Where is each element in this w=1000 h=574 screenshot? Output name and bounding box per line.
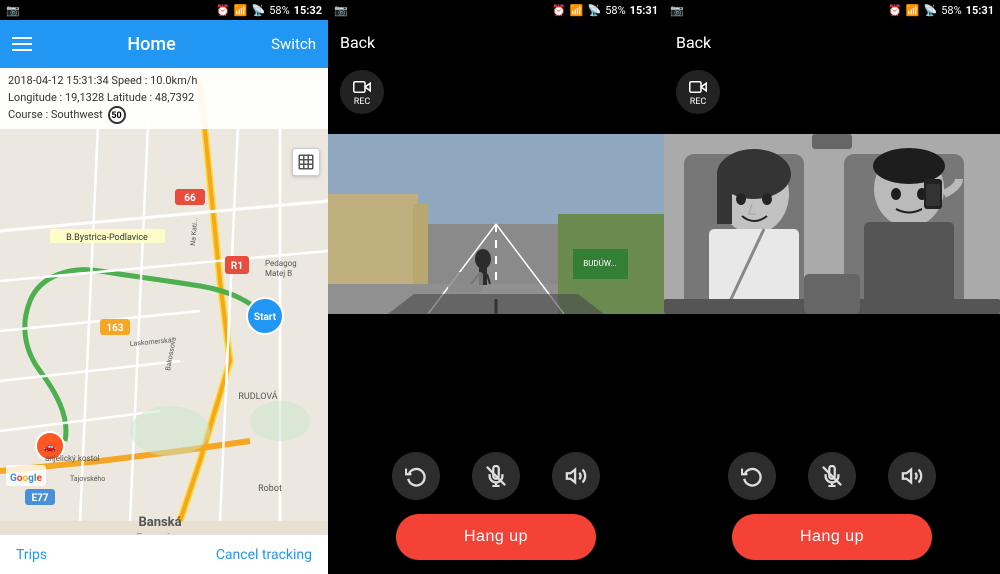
svg-text:anjelický kostol: anjelický kostol (45, 454, 100, 463)
speed-limit-badge: 50 (108, 106, 126, 124)
svg-text:Tajovského: Tajovského (70, 475, 105, 483)
svg-text:66: 66 (184, 193, 196, 204)
video2-camera-icon (689, 78, 707, 96)
map-status-bar: 📷 ⏰ 📶 📡 58% 15:32 (0, 0, 328, 20)
video1-signal-icon: 📡 (588, 4, 602, 17)
video1-status-time: 15:31 (630, 4, 658, 17)
video1-black-bottom (328, 314, 664, 442)
svg-text:Pedagog: Pedagog (265, 259, 297, 268)
mic2-icon (821, 465, 843, 487)
app-title: Home (127, 34, 175, 55)
video-panel-interior: 📷 ⏰ 📶 📡 58% 15:31 Back REC (664, 0, 1000, 574)
switch-button[interactable]: Switch (271, 35, 316, 53)
google-logo: Google (6, 465, 46, 486)
map-view[interactable]: 163 E77 66 R1 B.Bystrica-Podlavice Start… (0, 68, 328, 534)
svg-text:163: 163 (106, 323, 123, 334)
svg-text:Banská: Banská (138, 515, 181, 530)
video1-content: REC (328, 64, 664, 442)
video-camera-icon (353, 78, 371, 96)
video1-alarm-icon: ⏰ (552, 4, 566, 17)
video2-hang-up-button[interactable]: Hang up (732, 514, 932, 560)
svg-text:Bystrica: Bystrica (136, 532, 184, 534)
map-layers-button[interactable] (292, 148, 320, 176)
video2-signal-icon: 📡 (924, 4, 938, 17)
map-panel: 📷 ⏰ 📶 📡 58% 15:32 Home Switch 2018-04-12… (0, 0, 328, 574)
video2-status-time: 15:31 (966, 4, 994, 17)
alarm-icon: ⏰ (216, 4, 230, 17)
video1-camera-icon: 📷 (334, 4, 348, 17)
video1-wifi-icon: 📶 (570, 4, 584, 17)
interior-camera-svg (664, 134, 1000, 314)
status-time: 15:32 (294, 4, 322, 17)
hamburger-line-1 (12, 37, 32, 39)
info-overlay: 2018-04-12 15:31:34 Speed : 10.0km/h Lon… (0, 68, 328, 129)
video1-top-bar: Back (328, 20, 664, 64)
speaker2-icon (901, 465, 923, 487)
wifi-icon: 📶 (234, 4, 248, 17)
video2-rec-button[interactable]: REC (676, 70, 720, 114)
video2-back-button[interactable]: Back (676, 33, 711, 52)
video2-top-bar: Back (664, 20, 1000, 64)
hamburger-line-2 (12, 43, 32, 45)
map-controls (292, 148, 320, 176)
hamburger-menu-button[interactable] (12, 37, 32, 51)
video1-hang-up-area: Hang up (328, 508, 664, 574)
video1-mic-button[interactable] (472, 452, 520, 500)
video1-rec-button[interactable]: REC (340, 70, 384, 114)
mic-icon (485, 465, 507, 487)
video2-hang-up-area: Hang up (664, 508, 1000, 574)
camera-status-icon: 📷 (6, 4, 20, 17)
video1-back-button[interactable]: Back (340, 33, 375, 52)
video1-battery-icon: 58% (605, 4, 625, 17)
svg-text:RUDLOVÁ: RUDLOVÁ (238, 390, 277, 402)
speaker-icon (565, 465, 587, 487)
video2-black-bottom (664, 314, 1000, 442)
svg-text:Start: Start (254, 312, 277, 323)
video2-rotate-button[interactable] (728, 452, 776, 500)
map-app-bar: Home Switch (0, 20, 328, 68)
map-bottom-bar: Trips Cancel tracking (0, 534, 328, 574)
svg-text:Matej B: Matej B (265, 269, 292, 278)
video1-hang-up-button[interactable]: Hang up (396, 514, 596, 560)
video2-camera-icon: 📷 (670, 4, 684, 17)
video2-mic-button[interactable] (808, 452, 856, 500)
video1-status-bar: 📷 ⏰ 📶 📡 58% 15:31 (328, 0, 664, 20)
svg-text:B.Bystrica-Podlavice: B.Bystrica-Podlavice (66, 233, 148, 243)
video2-alarm-icon: ⏰ (888, 4, 902, 17)
battery-icon: 58% (269, 4, 289, 17)
video1-controls (328, 442, 664, 508)
rotate2-icon (741, 465, 763, 487)
video-panel-front: 📷 ⏰ 📶 📡 58% 15:31 Back REC (328, 0, 664, 574)
video2-feed (664, 134, 1000, 314)
rec-label: REC (354, 97, 371, 107)
video1-rotate-button[interactable] (392, 452, 440, 500)
video2-wifi-icon: 📶 (906, 4, 920, 17)
video2-status-bar: 📷 ⏰ 📶 📡 58% 15:31 (664, 0, 1000, 20)
svg-text:Robot: Robot (258, 484, 282, 494)
cancel-tracking-button[interactable]: Cancel tracking (216, 547, 312, 563)
hamburger-line-3 (12, 49, 32, 51)
video2-controls (664, 442, 1000, 508)
trips-button[interactable]: Trips (16, 547, 47, 563)
signal-icon: 📡 (252, 4, 266, 17)
svg-text:🚗: 🚗 (44, 442, 56, 453)
video1-speaker-button[interactable] (552, 452, 600, 500)
video2-battery-icon: 58% (941, 4, 961, 17)
front-camera-svg: BUDÚW... (328, 134, 664, 314)
video1-feed: BUDÚW... (328, 134, 664, 314)
rotate-icon (405, 465, 427, 487)
info-line3: Course : Southwest 50 (8, 106, 320, 124)
video2-content: REC (664, 64, 1000, 442)
info-line2: Longitude : 19,1328 Latitude : 48,7392 (8, 90, 320, 107)
svg-text:E77: E77 (31, 493, 48, 504)
svg-text:R1: R1 (231, 261, 243, 272)
video2-speaker-button[interactable] (888, 452, 936, 500)
svg-text:BUDÚW...: BUDÚW... (583, 259, 617, 268)
map-svg: 163 E77 66 R1 B.Bystrica-Podlavice Start… (0, 68, 328, 534)
rec2-label: REC (690, 97, 707, 107)
video1-system-icons: ⏰ 📶 📡 58% 15:31 (552, 4, 658, 17)
system-icons: ⏰ 📶 📡 58% 15:32 (216, 4, 322, 17)
video2-system-icons: ⏰ 📶 📡 58% 15:31 (888, 4, 994, 17)
info-line1: 2018-04-12 15:31:34 Speed : 10.0km/h (8, 73, 320, 90)
